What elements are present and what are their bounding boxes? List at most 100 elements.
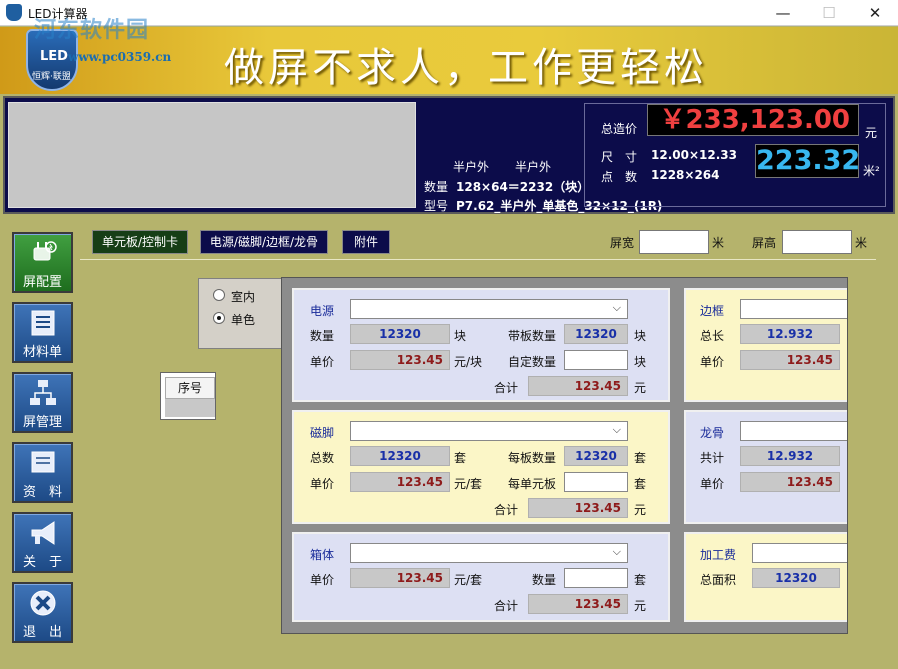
- keel-title: 龙骨: [700, 426, 725, 440]
- frame-title: 边框: [700, 304, 725, 318]
- chevron-down-icon: ⌵: [612, 545, 621, 558]
- power-qty-unit: 块: [454, 329, 467, 343]
- env-label-1: 半户外: [453, 160, 490, 174]
- magnet-sum-unit: 元: [634, 503, 647, 517]
- per-unit-board-label: 每单元板: [508, 477, 557, 491]
- banner-slogan: 做屏不求人，工作更轻松: [224, 45, 708, 91]
- magnet-title: 磁脚: [310, 426, 335, 440]
- tab-accessories[interactable]: 附件: [342, 230, 390, 254]
- size-value: 12.00×12.33: [651, 148, 737, 162]
- screen-width-input[interactable]: [639, 230, 709, 254]
- network-icon: [30, 380, 56, 405]
- boards-value: 12320: [564, 324, 628, 344]
- nav-screen-config[interactable]: 屏配置: [12, 232, 73, 293]
- screen-preview: [8, 102, 416, 208]
- screen-height-input[interactable]: [782, 230, 852, 254]
- watermark: 河东软件园: [34, 17, 150, 43]
- chevron-down-icon: ⌵: [612, 423, 621, 436]
- cabinet-qty-input[interactable]: [564, 568, 628, 588]
- minimize-button[interactable]: —: [760, 0, 806, 26]
- cabinet-select[interactable]: ⌵: [350, 543, 628, 563]
- magnet-per-unit: 套: [634, 451, 647, 465]
- indoor-label: 室内: [231, 290, 256, 304]
- total-cost-unit: 元: [865, 126, 878, 140]
- power-sum-unit: 元: [634, 381, 647, 395]
- screen-height-unit: 米: [855, 236, 868, 250]
- per-unit-board-input[interactable]: [564, 472, 628, 492]
- keel-select[interactable]: [740, 421, 847, 441]
- custom-qty-label: 自定数量: [508, 355, 557, 369]
- nav-screen-manage[interactable]: 屏管理: [12, 372, 73, 433]
- nav-documents[interactable]: 资 料: [12, 442, 73, 503]
- cabinet-sum-unit: 元: [634, 599, 647, 613]
- cabinet-price-label: 单价: [310, 573, 335, 587]
- magnet-sum-value: 123.45: [528, 498, 628, 518]
- nav-label: 关 于: [22, 555, 62, 570]
- cabinet-qty-label: 数量: [532, 573, 557, 587]
- mono-label: 单色: [231, 313, 256, 327]
- mono-radio[interactable]: [213, 312, 225, 324]
- magnet-section: 磁脚 ⌵ 总数 12320 套 每板数量 12320 套 单价 123.45 元…: [292, 410, 670, 524]
- cabinet-sum-value: 123.45: [528, 594, 628, 614]
- indoor-radio[interactable]: [213, 289, 225, 301]
- frame-length-label: 总长: [700, 329, 725, 343]
- plug-icon: [33, 241, 57, 261]
- nav-label: 屏配置: [22, 275, 62, 290]
- custom-qty-input[interactable]: [564, 350, 628, 370]
- boards-unit: 块: [634, 329, 647, 343]
- logo-subtext: 恒辉·联盟: [32, 72, 71, 82]
- megaphone-icon: [31, 521, 55, 545]
- total-cost-display: ￥233,123.00: [647, 104, 859, 136]
- tab-power-frame[interactable]: 电源/磁脚/边框/龙骨: [200, 230, 328, 254]
- magnet-per-value: 12320: [564, 446, 628, 466]
- config-panel: 电源 ⌵ 数量 12320 块 带板数量 12320 块 单价 123.45 元…: [281, 277, 848, 634]
- model-label: 型号: [424, 199, 449, 213]
- cabinet-section: 箱体 ⌵ 单价 123.45 元/套 数量 套 合计 123.45 元: [292, 532, 670, 622]
- labor-section: 加工费 总面积 12320: [684, 532, 847, 622]
- dots-label: 点 数: [601, 170, 638, 184]
- boards-label: 带板数量: [508, 329, 557, 343]
- magnet-total-value: 12320: [350, 446, 450, 466]
- screen-width-unit: 米: [712, 236, 725, 250]
- power-sum-value: 123.45: [528, 376, 628, 396]
- total-cost-label: 总造价: [601, 122, 638, 136]
- area-unit: 米²: [863, 164, 880, 178]
- magnet-per-label: 每板数量: [508, 451, 557, 465]
- cabinet-price-value: 123.45: [350, 568, 450, 588]
- power-qty-label: 数量: [310, 329, 335, 343]
- magnet-price-value: 123.45: [350, 472, 450, 492]
- nav-exit[interactable]: 退 出: [12, 582, 73, 643]
- dots-value: 1228×264: [651, 168, 720, 182]
- chevron-down-icon: ⌵: [612, 301, 621, 314]
- sequence-header[interactable]: 序号: [165, 377, 215, 399]
- magnet-select[interactable]: ⌵: [350, 421, 628, 441]
- keel-price-value: 123.45: [740, 472, 840, 492]
- maximize-button[interactable]: ☐: [806, 0, 852, 26]
- power-sum-label: 合计: [494, 381, 519, 395]
- frame-section: 边框 总长 12.932 单价 123.45: [684, 288, 847, 402]
- watermark-url: www.pc0359.cn: [68, 50, 172, 64]
- cabinet-sum-label: 合计: [494, 599, 519, 613]
- nav-about[interactable]: 关 于: [12, 512, 73, 573]
- close-button[interactable]: ✕: [852, 0, 898, 26]
- keel-price-label: 单价: [700, 477, 725, 491]
- power-select[interactable]: ⌵: [350, 299, 628, 319]
- environment-options: 室内 单色: [198, 278, 288, 349]
- nav-material-list[interactable]: 材料单: [12, 302, 73, 363]
- nav-label: 材料单: [22, 345, 62, 360]
- quantity-label: 数量: [424, 180, 449, 194]
- list-icon: [31, 310, 55, 336]
- frame-price-label: 单价: [700, 355, 725, 369]
- screen-width-label: 屏宽: [610, 236, 635, 250]
- cabinet-qty-unit: 套: [634, 573, 647, 587]
- area-display: 223.32: [755, 144, 861, 178]
- labor-input[interactable]: [752, 543, 847, 563]
- power-title: 电源: [310, 304, 335, 318]
- frame-select[interactable]: [740, 299, 847, 319]
- power-price-value: 123.45: [350, 350, 450, 370]
- tab-unit-board[interactable]: 单元板/控制卡: [92, 230, 188, 254]
- labor-title: 加工费: [700, 548, 737, 562]
- summary-panel: 半户外 半户外 数量 128×64＝2232（块） 型号 P7.62_半户外_单…: [3, 96, 895, 214]
- nav-label: 退 出: [22, 625, 62, 640]
- power-price-label: 单价: [310, 355, 335, 369]
